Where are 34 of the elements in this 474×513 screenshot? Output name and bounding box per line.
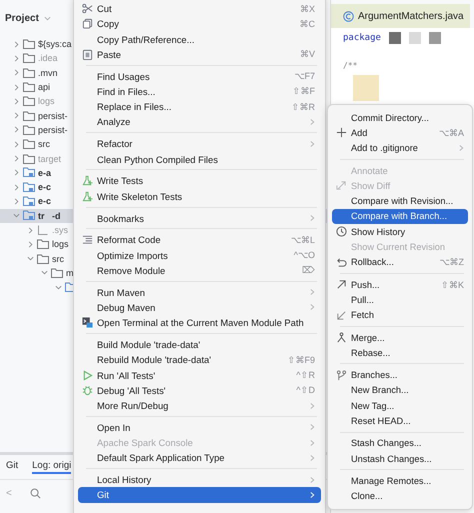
tree-label: .sys: [52, 225, 68, 235]
shortcut-label: ⌘X: [300, 4, 315, 14]
shortcut-label: ⇧⌘R: [292, 102, 315, 112]
tree-label: persist-: [38, 110, 68, 121]
tree-label: target: [38, 154, 62, 164]
shortcut-label: ⌘V: [300, 49, 315, 60]
tree-label: .mvn: [38, 68, 58, 78]
shortcut-label: ⌥⌘Z: [440, 257, 464, 268]
tree-label: e-c: [38, 196, 52, 206]
shortcut-label: ⇧⌘F: [292, 86, 315, 96]
tree-label: api: [38, 82, 50, 92]
tree-label: m: [66, 268, 74, 278]
tree-label: logs: [38, 96, 55, 106]
shortcut-label: ⇧⌘F9: [287, 354, 315, 365]
shortcut-label: ⌘C: [300, 18, 315, 29]
tree-label: e-a: [38, 168, 52, 178]
tree-label: tr -d: [38, 210, 60, 221]
code-comment: /**: [343, 61, 358, 70]
tree-label: .idea: [38, 53, 58, 64]
code-keyword: package: [343, 33, 381, 43]
shortcut-label: ^⇧D: [296, 385, 315, 396]
shortcut-label: ⇧⌘K: [440, 280, 464, 290]
shortcut-label: ^⌥O: [294, 250, 315, 260]
shortcut-label: ⌥⌘L: [290, 234, 315, 245]
tree-label: ${sys:ca: [38, 39, 72, 50]
shortcut-label: ⌥F7: [294, 71, 315, 82]
shortcut-label: ^⇧R: [296, 370, 315, 380]
tree-label: src: [38, 139, 50, 150]
tree-label: src: [52, 254, 64, 264]
tree-label: logs: [52, 239, 69, 250]
tree-label: e-c: [38, 182, 52, 192]
shortcut-label: ⌦: [302, 265, 315, 276]
shortcut-label: ⌥⌘A: [438, 128, 464, 138]
tree-label: persist-: [38, 124, 68, 135]
